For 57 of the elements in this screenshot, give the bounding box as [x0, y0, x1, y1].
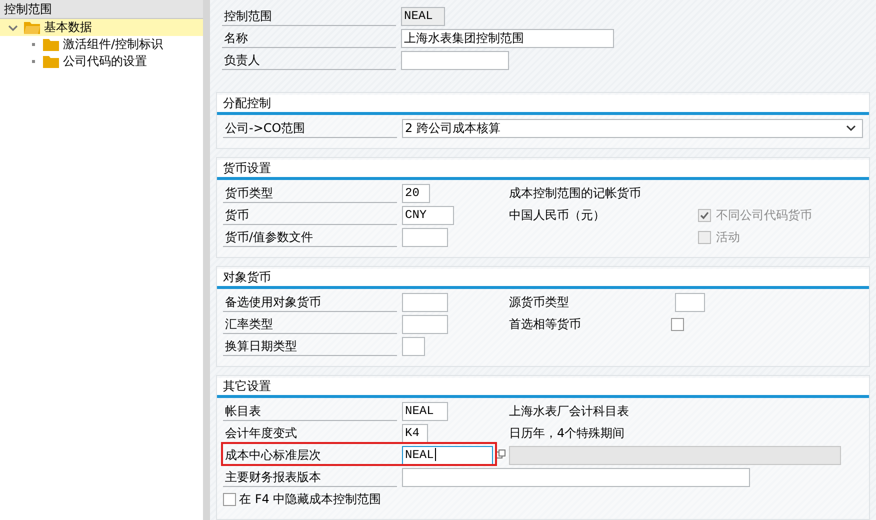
field-label: 会计年度变式	[223, 424, 397, 442]
folder-icon	[43, 55, 59, 68]
input-field[interactable]	[402, 228, 448, 246]
input-field[interactable]	[401, 50, 509, 70]
field-label: 源货币类型	[509, 294, 569, 310]
input-field[interactable]	[402, 468, 750, 486]
checkbox[interactable]	[223, 492, 236, 506]
checkbox-label: 不同公司代码货币	[716, 206, 812, 224]
field-label: 备选使用对象货币	[223, 292, 397, 312]
input-field[interactable]: CNY	[402, 206, 454, 224]
field-label: 换算日期类型	[223, 336, 397, 356]
input-field[interactable]: NEAL	[402, 446, 493, 464]
input-field[interactable]: 20	[402, 184, 430, 202]
section-title: 对象货币	[217, 269, 869, 289]
checkbox-label: 在 F4 中隐藏成本控制范围	[239, 490, 382, 508]
panel-title: 控制范围	[0, 0, 203, 19]
checkbox[interactable]	[671, 318, 684, 330]
tree-item[interactable]: 基本数据	[0, 19, 203, 36]
field-label: 控制范围	[222, 6, 396, 26]
field-label: 主要财务报表版本	[223, 468, 397, 486]
field-label: 帐目表	[223, 402, 397, 420]
tree-item[interactable]: 激活组件/控制标识	[0, 36, 203, 53]
dropdown[interactable]: 2 跨公司成本核算	[402, 118, 863, 138]
input-field[interactable]	[402, 336, 425, 356]
field-label: 货币类型	[223, 184, 397, 202]
description-text: 日历年，4个特殊期间	[509, 424, 626, 442]
splitter[interactable]	[203, 0, 210, 520]
caret-icon	[846, 124, 856, 132]
bullet-icon	[32, 60, 35, 63]
input-field: NEAL	[401, 6, 445, 26]
tree-item[interactable]: 公司代码的设置	[0, 53, 203, 70]
input-field[interactable]: K4	[402, 424, 428, 442]
input-field[interactable]	[675, 292, 705, 312]
chevron-icon[interactable]	[8, 22, 18, 32]
field-label: 货币	[223, 206, 397, 224]
description-text: 中国人民币（元）	[509, 206, 606, 224]
section-title: 其它设置	[217, 378, 869, 398]
section-title: 货币设置	[217, 160, 869, 180]
field-label: 成本中心标准层次	[223, 446, 397, 464]
search-help-icon[interactable]	[495, 449, 507, 461]
input-field[interactable]: NEAL	[402, 402, 448, 420]
folder-icon	[43, 38, 59, 51]
description-text: 成本控制范围的记帐货币	[509, 184, 642, 202]
field-label: 货币/值参数文件	[223, 228, 397, 246]
field-label: 名称	[222, 28, 396, 48]
field-label: 负责人	[222, 50, 396, 70]
bullet-icon	[32, 43, 35, 46]
input-field[interactable]	[402, 314, 448, 334]
field-label: 汇率类型	[223, 314, 397, 334]
section-title: 分配控制	[217, 95, 869, 115]
field-label: 公司->CO范围	[223, 118, 397, 138]
checkbox-label: 活动	[716, 228, 740, 246]
description-text: 上海水表厂会计科目表	[509, 402, 630, 420]
input-field[interactable]: 上海水表集团控制范围	[401, 28, 614, 48]
input-field[interactable]	[402, 292, 448, 312]
folder-icon	[24, 21, 40, 34]
field-label: 首选相等货币	[509, 316, 581, 332]
